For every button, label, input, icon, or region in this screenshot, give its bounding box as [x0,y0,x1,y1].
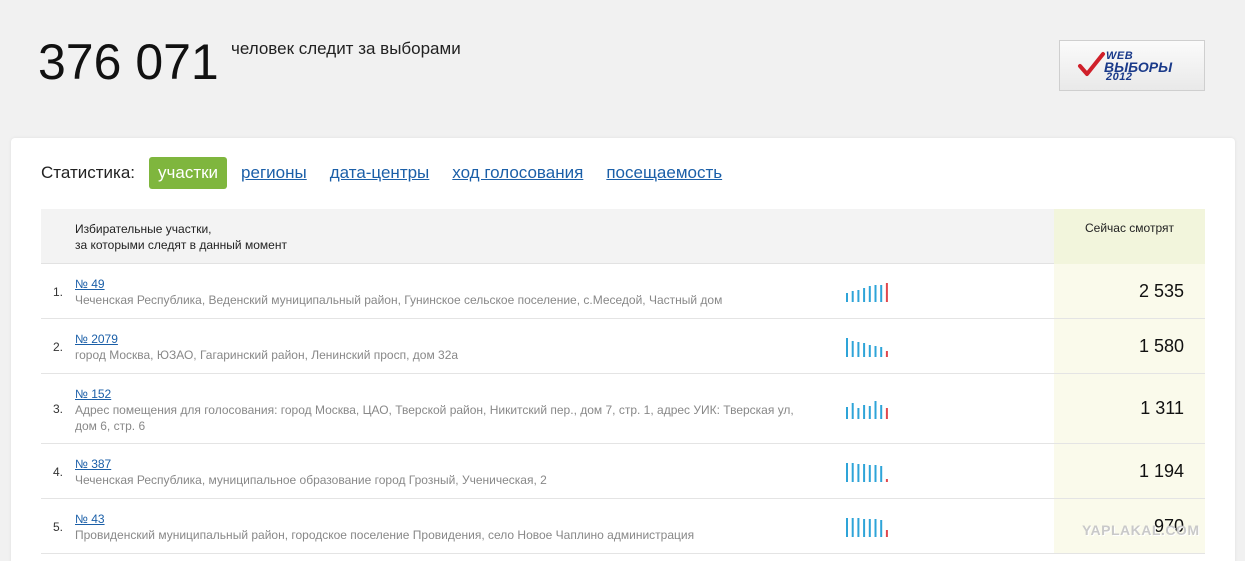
statistics-tabs: Статистика: участки регионы дата-центры … [41,157,745,189]
watching-cell: 2 535 [1054,264,1205,318]
station-address: Чеченская Республика, муниципальное обра… [75,473,547,487]
trend-sparkline [846,518,888,537]
station-link[interactable]: № 2079 [75,332,118,346]
header-stations-line2: за которыми следят в данный момент [75,238,287,252]
trend-bar [846,338,848,357]
trend-bar [885,351,888,357]
trend-bar [874,285,877,302]
trend-bar [868,345,871,357]
trend-bar [846,463,848,482]
table-row: 1. № 49 Чеченская Республика, Веденский … [41,264,1205,319]
trend-bar [885,530,888,537]
table-row: 5. № 43 Провиденский муниципальный район… [41,499,1205,554]
trend-bar [863,343,866,357]
trend-bar [874,519,877,537]
row-index: 1. [53,285,64,299]
checkmark-icon [1078,52,1105,76]
trend-bar [880,405,883,419]
header-watching-now: Сейчас смотрят [1054,209,1205,264]
statistics-panel: Статистика: участки регионы дата-центры … [11,138,1235,561]
trend-bar [851,403,854,419]
table-header: Избирательные участки, за которыми следя… [41,209,1205,264]
trend-bar [868,286,871,302]
row-index: 3. [53,402,64,416]
trend-bar [857,408,860,419]
table-row: 4. № 387 Чеченская Республика, муниципал… [41,444,1205,499]
trend-bar [863,464,866,482]
trend-bar [880,347,883,357]
trend-bar [857,464,860,482]
trend-bar [868,465,871,482]
trend-bar [846,407,848,419]
header-stations: Избирательные участки, за которыми следя… [75,221,287,253]
tab-stations[interactable]: участки [149,157,228,189]
trend-bar [885,479,888,482]
watching-count: 1 580 [1138,336,1184,356]
stations-table: Избирательные участки, за которыми следя… [41,209,1205,554]
station-address: город Москва, ЮЗАО, Гагаринский район, Л… [75,348,459,362]
trend-bar [851,518,854,537]
trend-bar [857,518,860,537]
trend-bar [885,408,888,419]
watching-cell: 1 311 [1054,374,1205,443]
trend-bar [863,288,866,302]
webvybory-logo[interactable]: WEB ВЫБОРЫ 2012 [1059,40,1205,91]
logo-text-year: 2012 [1106,71,1133,83]
table-row: 3. № 152 Адрес помещения для голосования… [41,374,1205,444]
table-row: 2. № 2079 город Москва, ЮЗАО, Гагарински… [41,319,1205,374]
row-index: 4. [53,465,64,479]
trend-bar [880,520,883,537]
station-link[interactable]: № 43 [75,512,105,526]
station-address: Чеченская Республика, Веденский муниципа… [75,293,723,307]
watching-count: 1 311 [1140,398,1184,418]
trend-bar [851,463,854,482]
trend-bar [846,518,848,537]
tab-datacenters[interactable]: дата-центры [330,163,430,183]
trend-sparkline [846,338,888,357]
trend-bar [851,291,854,302]
viewer-counter: 376 071 [38,34,219,90]
trend-bar [863,405,866,419]
trend-bar [885,283,888,302]
trend-sparkline [846,283,888,302]
trend-bar [874,346,877,357]
trend-bar [863,519,866,537]
trend-bar [857,342,860,357]
row-index: 2. [53,340,64,354]
station-link[interactable]: № 49 [75,277,105,291]
trend-bar [851,341,854,357]
trend-bar [846,293,848,302]
station-link[interactable]: № 152 [75,387,111,401]
station-address: Провиденский муниципальный район, городс… [75,528,695,542]
viewer-counter-label: человек следит за выборами [231,39,461,58]
statistics-label: Статистика: [41,163,136,182]
watching-cell: 1 194 [1054,444,1205,498]
trend-bar [880,466,883,482]
watching-count: 1 194 [1138,461,1184,481]
watermark: YAPLAKAL.COM [1082,522,1200,538]
station-address: Адрес помещения для голосования: город М… [75,403,794,433]
trend-bar [857,290,860,302]
header-stations-line1: Избирательные участки, [75,222,212,236]
tab-regions[interactable]: регионы [241,163,307,183]
trend-bar [874,465,877,482]
tab-attendance[interactable]: посещаемость [606,163,722,183]
trend-bar [874,401,877,419]
tab-voting-progress[interactable]: ход голосования [452,163,583,183]
watching-cell: 1 580 [1054,319,1205,373]
trend-sparkline [846,463,888,482]
trend-bar [880,285,883,302]
station-link[interactable]: № 387 [75,457,111,471]
trend-bar [868,519,871,537]
trend-bar [868,406,871,419]
watching-count: 2 535 [1138,281,1184,301]
row-index: 5. [53,520,64,534]
trend-sparkline [846,401,888,419]
